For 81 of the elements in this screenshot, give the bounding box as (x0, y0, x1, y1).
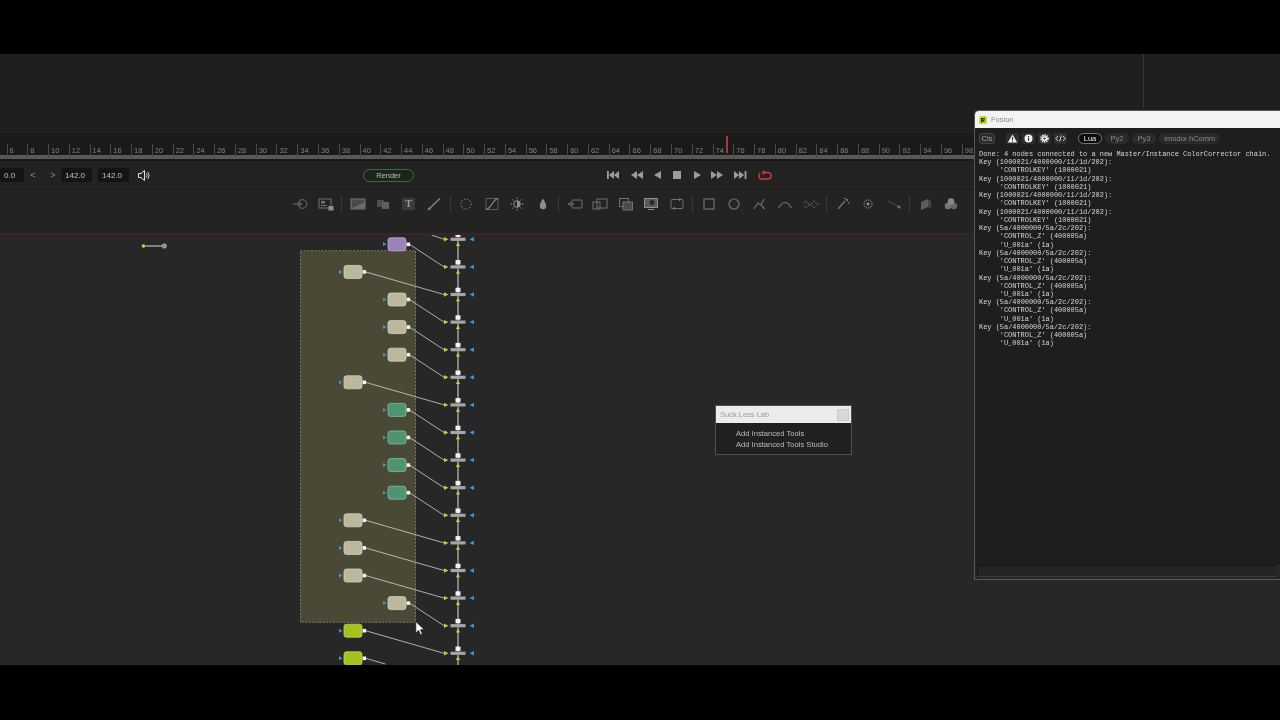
merge-node[interactable] (444, 618, 474, 633)
tool-node[interactable] (387, 596, 407, 610)
mouse-pointer-icon (415, 621, 425, 636)
merge-node[interactable] (444, 453, 474, 467)
fast-forward-icon[interactable] (711, 170, 723, 180)
merge-node[interactable] (444, 315, 474, 329)
panel-icon[interactable] (317, 197, 334, 211)
merge-node[interactable] (444, 260, 474, 274)
layers-icon[interactable] (375, 197, 391, 211)
text-tool-button[interactable]: T (402, 198, 415, 210)
merge-node[interactable] (444, 508, 474, 523)
info-icon[interactable] (1022, 132, 1035, 144)
play-icon[interactable] (694, 170, 701, 180)
link-wire (406, 297, 445, 323)
warning-icon[interactable] (1006, 132, 1019, 144)
link-wire (406, 325, 445, 351)
curves-icon[interactable] (483, 197, 500, 211)
current-time-field[interactable]: 142.0 (61, 168, 92, 182)
tool-node[interactable] (343, 568, 363, 583)
brightness-icon[interactable] (509, 197, 525, 211)
code-icon[interactable] (1054, 132, 1067, 144)
link-wire (406, 352, 445, 378)
merge-node[interactable] (444, 536, 474, 550)
console-input[interactable] (977, 565, 1276, 577)
loop-icon[interactable] (758, 169, 772, 181)
app-icon (979, 115, 987, 124)
start-time-field[interactable]: 0.0 (0, 168, 24, 182)
spheres-icon[interactable] (943, 197, 959, 211)
step-back-button[interactable]: < (28, 168, 38, 182)
skip-to-end-icon[interactable] (734, 170, 747, 180)
tool-node[interactable] (343, 651, 363, 665)
link-wire (406, 463, 445, 489)
tool-node[interactable] (387, 430, 407, 445)
link-wire (406, 490, 445, 516)
tool-node[interactable] (387, 347, 407, 362)
skip-to-start-icon[interactable] (607, 170, 619, 180)
short-link-icon[interactable] (141, 243, 167, 249)
settings-icon[interactable] (1038, 132, 1051, 144)
tool-node[interactable] (343, 513, 363, 528)
merge-node[interactable] (444, 342, 474, 357)
tool-node[interactable] (387, 237, 407, 252)
tool-node[interactable] (343, 541, 363, 555)
particle-cloud-icon[interactable] (860, 197, 876, 211)
merge-icon[interactable] (566, 197, 583, 211)
merge-node[interactable] (444, 480, 474, 495)
end-time-field[interactable]: 142.0 (98, 168, 129, 182)
particles-icon[interactable] (458, 197, 474, 211)
tool-node[interactable] (343, 265, 363, 279)
link-wire (406, 242, 445, 268)
rewind-icon[interactable] (631, 170, 643, 180)
link-wire (431, 235, 445, 240)
merge-node[interactable] (444, 287, 474, 302)
dissolve-icon[interactable] (592, 197, 608, 211)
step-forward-button[interactable]: > (48, 168, 58, 182)
image-icon[interactable] (349, 197, 366, 211)
merge-node[interactable] (444, 235, 474, 247)
link-wire (406, 435, 445, 461)
tool-node[interactable] (387, 320, 407, 334)
tool-node[interactable] (343, 623, 363, 638)
merge-node[interactable] (444, 425, 474, 440)
connect-icon[interactable] (292, 197, 308, 211)
ellipse-icon[interactable] (726, 197, 742, 211)
speaker-icon[interactable] (138, 169, 150, 181)
merge-node[interactable] (444, 370, 474, 385)
polygon-icon[interactable] (751, 197, 768, 211)
merge-node[interactable] (444, 646, 474, 661)
merge-node[interactable] (444, 563, 474, 578)
merge-node[interactable] (444, 398, 474, 412)
stack-icon[interactable] (617, 197, 634, 211)
tool-node[interactable] (387, 403, 407, 417)
link-wire (406, 408, 445, 433)
stop-icon[interactable] (673, 170, 681, 180)
tool-node[interactable] (343, 375, 363, 390)
play-reverse-icon[interactable] (654, 170, 661, 180)
merge-node[interactable] (444, 591, 474, 605)
monitor-icon[interactable] (643, 197, 659, 211)
tool-node[interactable] (387, 292, 407, 307)
tool-node[interactable] (387, 458, 407, 472)
tool-node[interactable] (387, 485, 407, 500)
brush-icon[interactable] (426, 197, 442, 211)
swap-icon[interactable] (668, 197, 685, 211)
